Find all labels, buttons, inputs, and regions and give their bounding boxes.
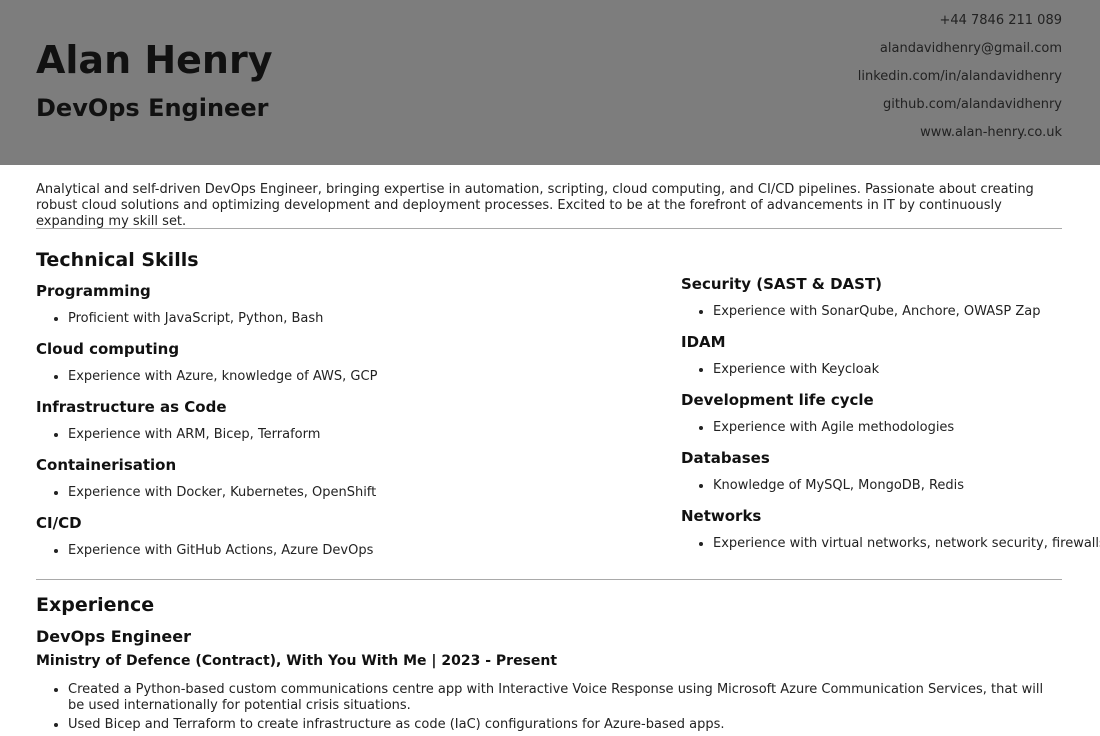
- skill-name: Containerisation: [36, 456, 177, 474]
- skill-group: Networks Experience with virtual network…: [681, 507, 1100, 565]
- skill-name: Development life cycle: [681, 391, 874, 409]
- skill-group: IDAM Experience with Keycloak: [681, 333, 1100, 391]
- contact-phone[interactable]: +44 7846 211 089: [858, 12, 1062, 40]
- skill-group: Infrastructure as Code Experience with A…: [36, 398, 377, 456]
- contact-linkedin[interactable]: linkedin.com/in/alandavidhenry: [858, 68, 1062, 96]
- section-divider: [36, 579, 1062, 580]
- skill-detail: Experience with Keycloak: [713, 361, 1100, 379]
- candidate-name: Alan Henry: [36, 38, 273, 82]
- experience-heading: Experience: [36, 594, 155, 616]
- candidate-title: DevOps Engineer: [36, 94, 269, 122]
- duty-item: Created a Python-based custom communicat…: [68, 682, 1058, 714]
- experience-employer: Ministry of Defence (Contract), With You…: [36, 653, 558, 669]
- skill-group: Security (SAST & DAST) Experience with S…: [681, 275, 1100, 333]
- skill-name: Programming: [36, 282, 151, 300]
- skill-detail: Experience with Docker, Kubernetes, Open…: [68, 484, 377, 502]
- contact-github[interactable]: github.com/alandavidhenry: [858, 96, 1062, 124]
- skill-group: CI/CD Experience with GitHub Actions, Az…: [36, 514, 377, 572]
- duty-item: Used Bicep and Terraform to create infra…: [68, 717, 1058, 733]
- skill-group: Databases Knowledge of MySQL, MongoDB, R…: [681, 449, 1100, 507]
- experience-duties: Created a Python-based custom communicat…: [68, 682, 1058, 736]
- skill-name: Infrastructure as Code: [36, 398, 227, 416]
- skill-group: Development life cycle Experience with A…: [681, 391, 1100, 449]
- skill-detail: Experience with virtual networks, networ…: [713, 535, 1100, 553]
- skill-detail: Proficient with JavaScript, Python, Bash: [68, 310, 377, 328]
- skills-heading: Technical Skills: [36, 249, 199, 271]
- skill-detail: Experience with Agile methodologies: [713, 419, 1100, 437]
- skill-detail: Experience with Azure, knowledge of AWS,…: [68, 368, 377, 386]
- contact-website[interactable]: www.alan-henry.co.uk: [858, 124, 1062, 152]
- contact-email[interactable]: alandavidhenry@gmail.com: [858, 40, 1062, 68]
- skill-group: Containerisation Experience with Docker,…: [36, 456, 377, 514]
- contact-list: +44 7846 211 089 alandavidhenry@gmail.co…: [858, 12, 1062, 152]
- skill-name: Databases: [681, 449, 770, 467]
- skill-group: Cloud computing Experience with Azure, k…: [36, 340, 377, 398]
- profile-summary: Analytical and self-driven DevOps Engine…: [36, 182, 1034, 229]
- skill-name: Networks: [681, 507, 762, 525]
- skill-name: Security (SAST & DAST): [681, 275, 883, 293]
- skills-right-column: Security (SAST & DAST) Experience with S…: [681, 275, 1100, 565]
- skill-name: Cloud computing: [36, 340, 180, 358]
- skill-detail: Experience with ARM, Bicep, Terraform: [68, 426, 377, 444]
- skill-detail: Knowledge of MySQL, MongoDB, Redis: [713, 477, 1100, 495]
- section-divider: [36, 228, 1062, 229]
- header-banner: Alan Henry DevOps Engineer +44 7846 211 …: [0, 0, 1100, 165]
- experience-role: DevOps Engineer: [36, 627, 191, 646]
- skill-detail: Experience with GitHub Actions, Azure De…: [68, 542, 377, 560]
- skill-detail: Experience with SonarQube, Anchore, OWAS…: [713, 303, 1100, 321]
- skill-group: Programming Proficient with JavaScript, …: [36, 282, 377, 340]
- skill-name: IDAM: [681, 333, 726, 351]
- skills-left-column: Programming Proficient with JavaScript, …: [36, 282, 377, 572]
- skill-name: CI/CD: [36, 514, 82, 532]
